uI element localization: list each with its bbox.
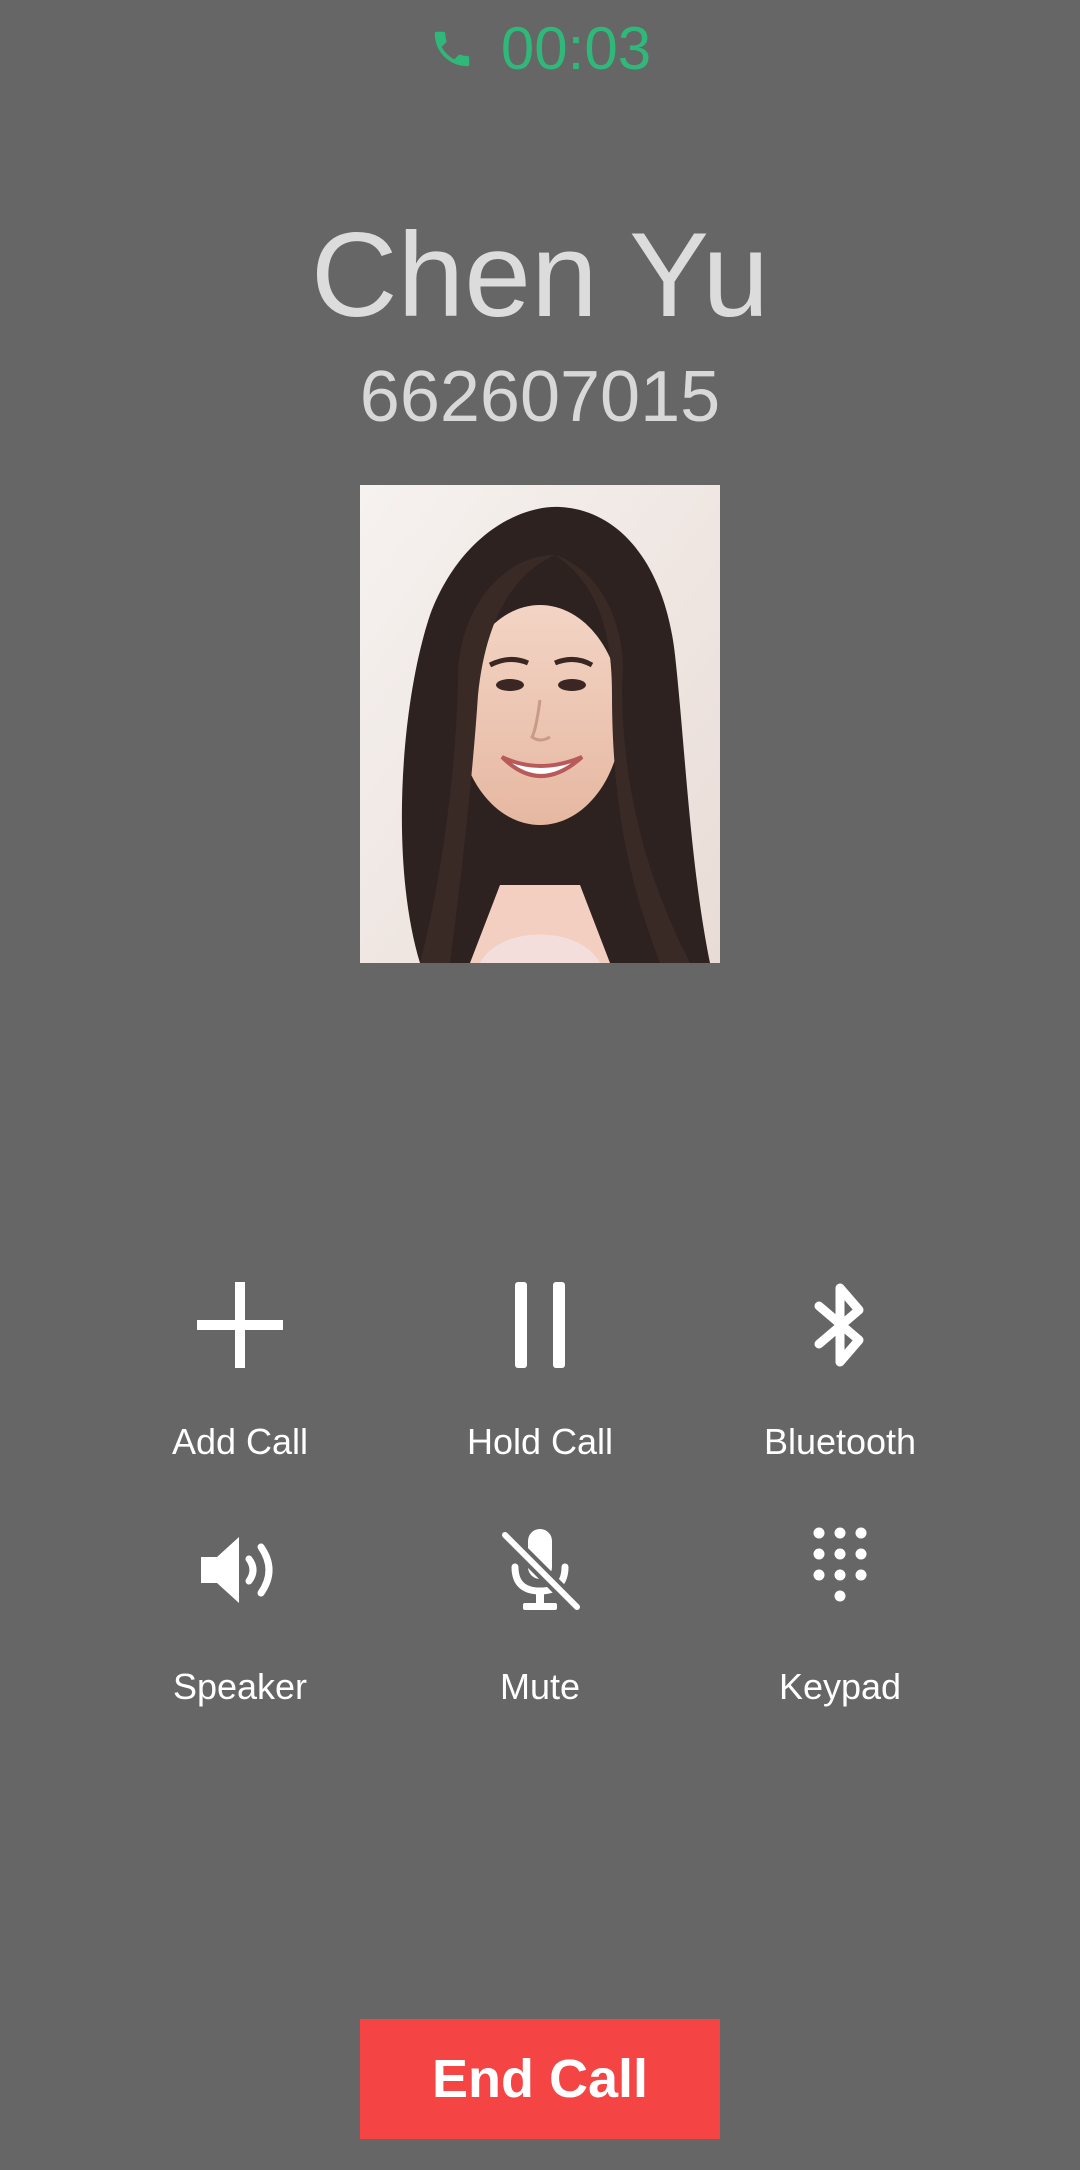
keypad-label: Keypad — [778, 1666, 902, 1707]
bluetooth-label: Bluetooth — [763, 1421, 917, 1462]
mute-label: Mute — [499, 1666, 581, 1707]
hold-call-button[interactable]: Hold Call — [390, 1280, 690, 1470]
mute-button[interactable]: Mute — [390, 1525, 690, 1715]
speaker-button[interactable]: Speaker — [90, 1525, 390, 1715]
contact-photo — [360, 485, 720, 963]
pause-icon — [495, 1280, 585, 1370]
add-call-label: Add Call — [171, 1421, 309, 1462]
call-status-row: 00:03 — [0, 14, 1080, 84]
phone-icon — [429, 26, 475, 72]
mic-off-icon — [495, 1525, 585, 1615]
keypad-icon — [795, 1525, 885, 1615]
hold-call-label: Hold Call — [466, 1421, 614, 1462]
caller-number: 662607015 — [359, 357, 721, 437]
call-timer: 00:03 — [500, 15, 652, 82]
bluetooth-button[interactable]: Bluetooth — [690, 1280, 990, 1470]
plus-icon — [195, 1280, 285, 1370]
add-call-button[interactable]: Add Call — [90, 1280, 390, 1470]
speaker-label: Speaker — [172, 1666, 308, 1707]
bluetooth-icon — [795, 1280, 885, 1370]
in-call-screen: 00:03 Chen Yu 662607015 Add Call Hold Ca… — [0, 0, 1080, 2170]
caller-name: Chen Yu — [310, 208, 770, 342]
keypad-button[interactable]: Keypad — [690, 1525, 990, 1715]
speaker-icon — [195, 1525, 285, 1615]
end-call-button[interactable]: End Call — [360, 2019, 720, 2139]
